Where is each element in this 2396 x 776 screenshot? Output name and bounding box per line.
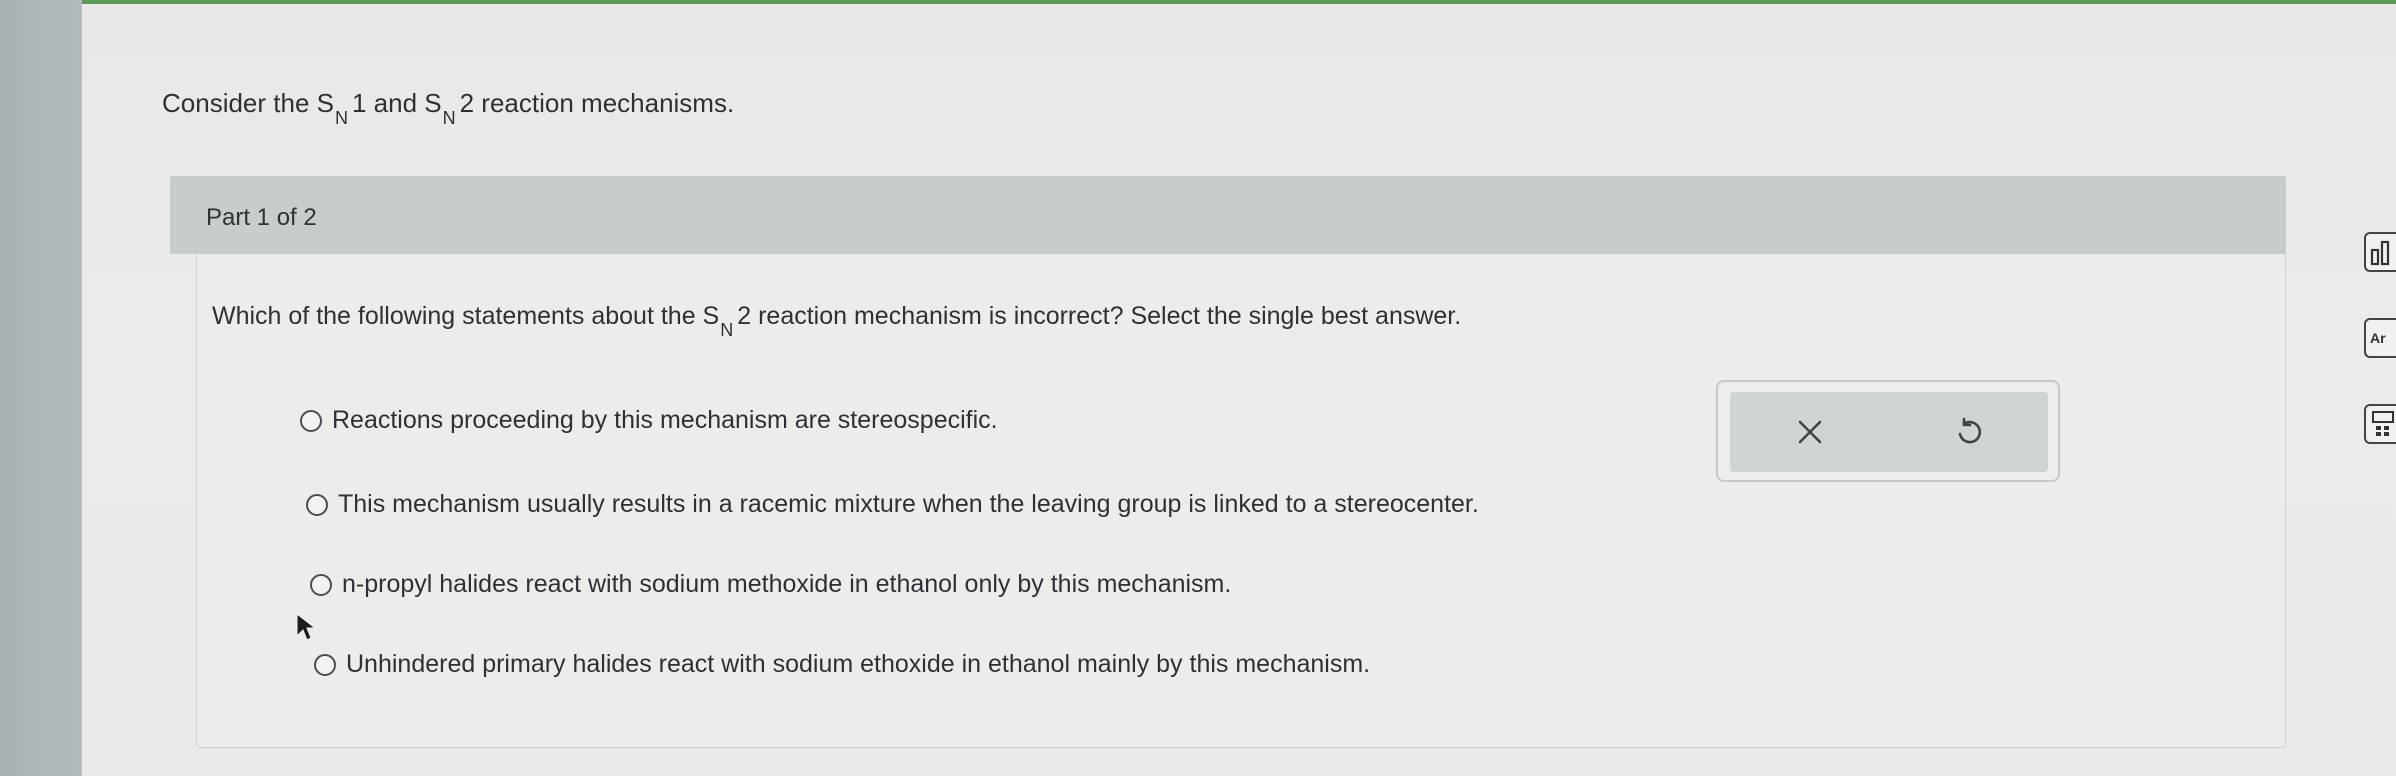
intro-prefix: Consider the S (162, 88, 334, 118)
answer-option-label: This mechanism usually results in a race… (338, 490, 1479, 518)
x-icon (1798, 420, 1821, 444)
chart-icon (2370, 240, 2390, 266)
periodic-table-icon: Ar (2370, 330, 2386, 346)
answer-toolbox (1716, 380, 2060, 482)
radio-button[interactable] (310, 573, 332, 596)
radio-button[interactable] (314, 653, 336, 676)
answer-option-2[interactable]: This mechanism usually results in a race… (306, 490, 1479, 519)
question-subscript: N (720, 320, 734, 340)
question-suffix: 2 reaction mechanism is incorrect? Selec… (737, 302, 1462, 330)
chart-tool[interactable] (2364, 232, 2396, 272)
mouse-pointer-icon (296, 612, 317, 641)
part-header (170, 176, 2286, 254)
periodic-table-tool[interactable]: Ar (2364, 318, 2396, 358)
reset-button[interactable] (1939, 402, 1999, 462)
answer-option-label: Unhindered primary halides react with so… (346, 650, 1371, 678)
question-prefix: Which of the following statements about … (212, 302, 720, 330)
calculator-icon (2372, 411, 2394, 436)
clear-button[interactable] (1780, 402, 1840, 462)
radio-button[interactable] (306, 493, 328, 516)
answer-option-label: Reactions proceeding by this mechanism a… (332, 406, 998, 434)
question-text: Which of the following statements about … (212, 302, 1462, 340)
right-toolbar: Ar (2360, 0, 2396, 776)
intro-middle: 1 and S (351, 88, 442, 118)
intro-suffix: 2 reaction mechanisms. (459, 88, 735, 118)
answer-option-1[interactable]: Reactions proceeding by this mechanism a… (300, 406, 998, 435)
part-label: Part 1 of 2 (206, 204, 317, 231)
answer-option-4[interactable]: Unhindered primary halides react with so… (314, 650, 1370, 679)
answer-option-3[interactable]: n-propyl halides react with sodium metho… (310, 570, 1231, 599)
intro-text: Consider the SN 1 and SN 2 reaction mechan… (162, 88, 735, 128)
calculator-tool[interactable] (2364, 404, 2396, 444)
intro-subscript-2: N (442, 108, 456, 128)
answer-option-label: n-propyl halides react with sodium metho… (342, 570, 1232, 598)
toolbox-buttons (1730, 392, 2048, 472)
intro-subscript-1: N (334, 108, 348, 128)
radio-button[interactable] (300, 409, 322, 432)
undo-icon (1958, 417, 1981, 444)
